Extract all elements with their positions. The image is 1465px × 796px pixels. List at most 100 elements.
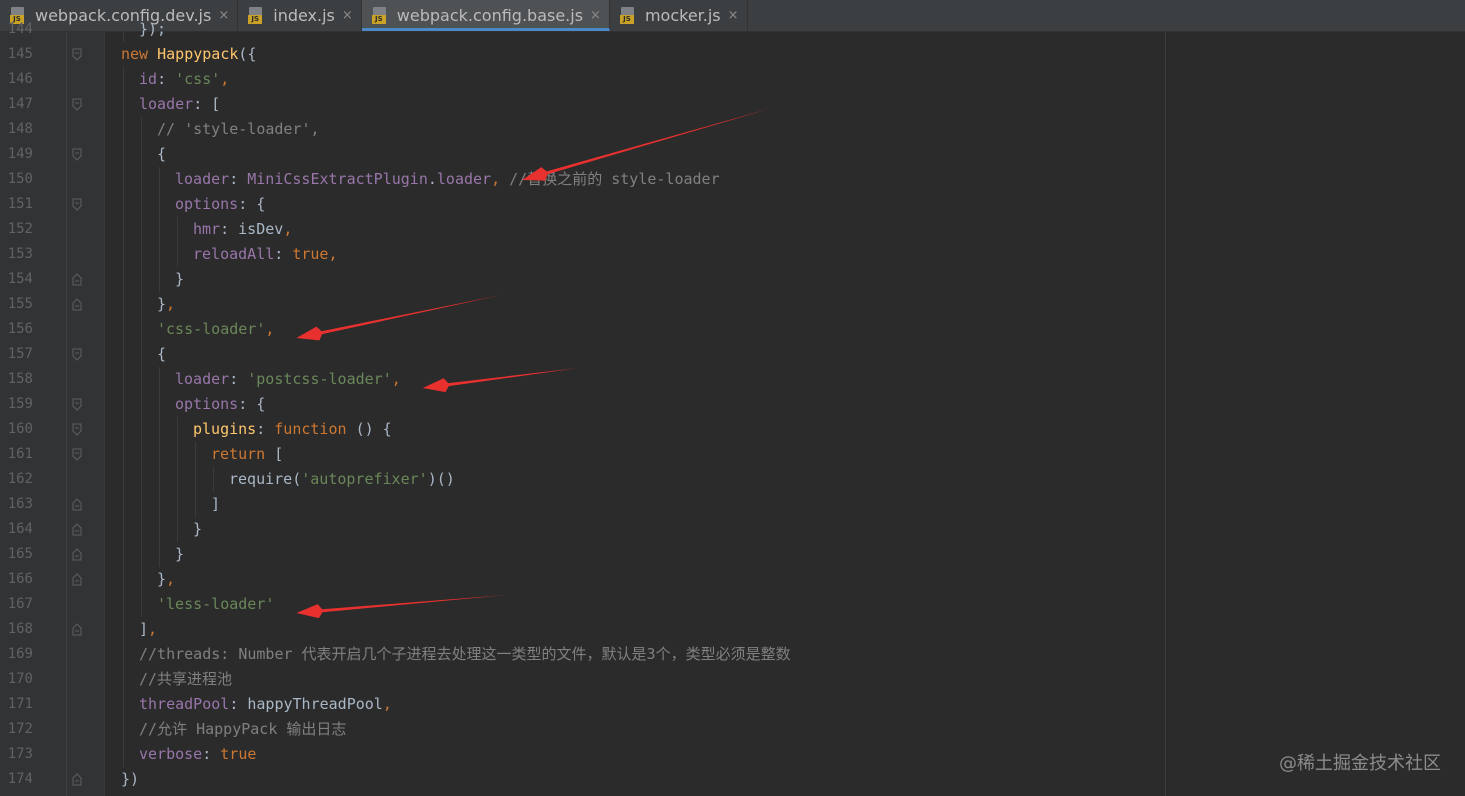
code-token: : bbox=[157, 70, 176, 88]
code-text: //共享进程池 bbox=[139, 667, 232, 692]
code-line: 160 plugins: function () { bbox=[0, 417, 1465, 442]
indent-guide bbox=[177, 467, 178, 492]
fold-close-icon[interactable] bbox=[72, 273, 82, 286]
code-token: } bbox=[157, 570, 167, 588]
line-number: 167 bbox=[7, 596, 33, 612]
fold-open-icon[interactable] bbox=[72, 398, 82, 411]
code-token: hmr bbox=[193, 220, 221, 238]
code-line: 173 verbose: true bbox=[0, 742, 1465, 767]
indent-guide bbox=[123, 517, 124, 542]
code-text: loader: MiniCssExtractPlugin.loader, //替… bbox=[175, 167, 720, 192]
code-text: return [ bbox=[211, 442, 283, 467]
code-token: loader bbox=[139, 95, 194, 113]
fold-open-icon[interactable] bbox=[72, 148, 82, 161]
code-token: true bbox=[220, 745, 257, 763]
indent-guide bbox=[159, 267, 160, 292]
fold-close-icon[interactable] bbox=[72, 773, 82, 786]
fold-open-icon[interactable] bbox=[72, 448, 82, 461]
line-number: 154 bbox=[7, 271, 33, 287]
code-line: 166}, bbox=[0, 567, 1465, 592]
code-token: ] bbox=[211, 495, 221, 513]
code-text: loader: [ bbox=[139, 92, 220, 117]
indent-guide bbox=[141, 592, 142, 617]
code-token: . bbox=[427, 170, 437, 188]
code-token: 'autoprefixer' bbox=[301, 470, 428, 488]
line-number: 153 bbox=[7, 246, 33, 262]
code-line: 156 'css-loader', bbox=[0, 317, 1465, 342]
indent-guide bbox=[159, 417, 160, 442]
code-token: [ bbox=[274, 445, 284, 463]
code-text: plugins: function () { bbox=[193, 417, 392, 442]
fold-close-icon[interactable] bbox=[72, 498, 82, 511]
indent-guide bbox=[123, 542, 124, 567]
indent-guide bbox=[123, 417, 124, 442]
code-token: id bbox=[139, 70, 158, 88]
indent-guide bbox=[141, 142, 142, 167]
code-text: { bbox=[157, 142, 166, 167]
line-number: 145 bbox=[7, 46, 33, 62]
code-line: 165} bbox=[0, 542, 1465, 567]
code-token: : bbox=[229, 170, 248, 188]
code-token: new bbox=[121, 45, 158, 63]
code-token: , bbox=[166, 570, 176, 588]
code-token: //允许 HappyPack 输出日志 bbox=[139, 720, 347, 738]
code-token: 'postcss-loader' bbox=[247, 370, 392, 388]
line-number: 166 bbox=[7, 571, 33, 587]
indent-guide bbox=[123, 192, 124, 217]
fold-close-icon[interactable] bbox=[72, 573, 82, 586]
code-token: // 'style-loader', bbox=[157, 120, 320, 138]
indent-guide bbox=[159, 467, 160, 492]
code-token: loader bbox=[175, 170, 230, 188]
code-token: }); bbox=[139, 20, 167, 38]
fold-close-icon[interactable] bbox=[72, 623, 82, 636]
code-token: , bbox=[265, 320, 275, 338]
fold-close-icon[interactable] bbox=[72, 298, 82, 311]
code-token: () { bbox=[355, 420, 392, 438]
indent-guide bbox=[123, 667, 124, 692]
line-number: 155 bbox=[7, 296, 33, 312]
fold-close-icon[interactable] bbox=[72, 548, 82, 561]
indent-guide bbox=[123, 492, 124, 517]
code-line: 152 hmr: isDev, bbox=[0, 217, 1465, 242]
indent-guide bbox=[159, 442, 160, 467]
code-text: //允许 HappyPack 输出日志 bbox=[139, 717, 346, 742]
fold-close-icon[interactable] bbox=[72, 523, 82, 536]
watermark: @稀土掘金技术社区 bbox=[1279, 753, 1441, 774]
code-text: require('autoprefixer')() bbox=[229, 467, 455, 492]
indent-guide bbox=[141, 467, 142, 492]
fold-open-icon[interactable] bbox=[72, 198, 82, 211]
line-number: 159 bbox=[7, 396, 33, 412]
line-number: 162 bbox=[7, 471, 33, 487]
code-text: } bbox=[175, 542, 184, 567]
code-line: 172 //允许 HappyPack 输出日志 bbox=[0, 717, 1465, 742]
code-line: 151 options: { bbox=[0, 192, 1465, 217]
code-token: } bbox=[175, 270, 185, 288]
indent-guide bbox=[141, 442, 142, 467]
code-token: }) bbox=[121, 770, 140, 788]
indent-guide bbox=[141, 492, 142, 517]
indent-guide bbox=[123, 742, 124, 767]
fold-open-icon[interactable] bbox=[72, 423, 82, 436]
code-token: ({ bbox=[238, 45, 257, 63]
code-text: } bbox=[175, 267, 184, 292]
indent-guide bbox=[177, 492, 178, 517]
line-number: 165 bbox=[7, 546, 33, 562]
code-line: 149 { bbox=[0, 142, 1465, 167]
fold-open-icon[interactable] bbox=[72, 48, 82, 61]
code-line: 162 require('autoprefixer')() bbox=[0, 467, 1465, 492]
code-line: 157 { bbox=[0, 342, 1465, 367]
indent-guide bbox=[159, 242, 160, 267]
indent-guide bbox=[177, 417, 178, 442]
indent-guide bbox=[159, 192, 160, 217]
fold-open-icon[interactable] bbox=[72, 348, 82, 361]
line-number: 144 bbox=[7, 21, 33, 37]
code-token: , bbox=[491, 170, 501, 188]
indent-guide bbox=[123, 442, 124, 467]
code-token: : happyThreadPool bbox=[229, 695, 383, 713]
line-number: 161 bbox=[7, 446, 33, 462]
line-number: 164 bbox=[7, 521, 33, 537]
code-token: , bbox=[391, 370, 401, 388]
code-text: threadPool: happyThreadPool, bbox=[139, 692, 392, 717]
fold-open-icon[interactable] bbox=[72, 98, 82, 111]
indent-guide bbox=[123, 142, 124, 167]
